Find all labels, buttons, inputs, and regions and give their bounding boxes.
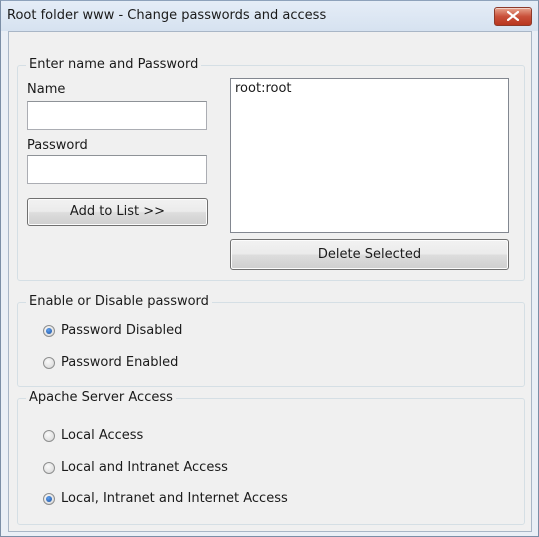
- name-input[interactable]: [27, 101, 207, 130]
- radio-selected-icon: [43, 492, 55, 505]
- radio-local-intranet-access-label: Local and Intranet Access: [61, 460, 228, 475]
- radio-password-disabled[interactable]: Password Disabled: [43, 323, 182, 338]
- apache-access-group: Apache Server Access Local Access Local …: [17, 390, 525, 525]
- credentials-group: Enter name and Password Name Password Ad…: [17, 57, 525, 281]
- add-to-list-button-label: Add to List >>: [69, 204, 166, 219]
- password-input[interactable]: [27, 155, 207, 184]
- password-label: Password: [27, 138, 88, 153]
- title-bar[interactable]: Root folder www - Change passwords and a…: [1, 1, 538, 31]
- radio-password-enabled[interactable]: Password Enabled: [43, 355, 178, 370]
- list-item[interactable]: root:root: [235, 81, 504, 96]
- credentials-listbox[interactable]: root:root: [230, 78, 509, 233]
- password-toggle-group: Enable or Disable password Password Disa…: [17, 294, 525, 387]
- name-label: Name: [27, 82, 66, 97]
- delete-selected-button[interactable]: Delete Selected: [230, 239, 509, 270]
- radio-unselected-icon: [43, 461, 55, 474]
- apache-access-group-legend: Apache Server Access: [26, 390, 176, 405]
- radio-password-disabled-label: Password Disabled: [61, 323, 183, 338]
- radio-selected-icon: [43, 324, 55, 337]
- dialog-body: Enter name and Password Name Password Ad…: [8, 31, 532, 532]
- credentials-group-legend: Enter name and Password: [26, 57, 202, 72]
- close-icon: [507, 11, 519, 21]
- close-button[interactable]: [494, 7, 532, 26]
- dialog-window: Root folder www - Change passwords and a…: [0, 0, 539, 537]
- radio-local-access[interactable]: Local Access: [43, 428, 143, 443]
- radio-local-intranet-internet-access[interactable]: Local, Intranet and Internet Access: [43, 491, 288, 506]
- password-toggle-group-legend: Enable or Disable password: [26, 294, 212, 309]
- radio-local-intranet-internet-access-label: Local, Intranet and Internet Access: [61, 491, 288, 506]
- add-to-list-button[interactable]: Add to List >>: [27, 198, 208, 226]
- radio-local-intranet-access[interactable]: Local and Intranet Access: [43, 460, 228, 475]
- radio-unselected-icon: [43, 429, 55, 442]
- radio-unselected-icon: [43, 356, 55, 369]
- delete-selected-button-label: Delete Selected: [317, 247, 422, 262]
- window-title: Root folder www - Change passwords and a…: [7, 8, 327, 23]
- radio-local-access-label: Local Access: [61, 428, 144, 443]
- radio-password-enabled-label: Password Enabled: [61, 355, 179, 370]
